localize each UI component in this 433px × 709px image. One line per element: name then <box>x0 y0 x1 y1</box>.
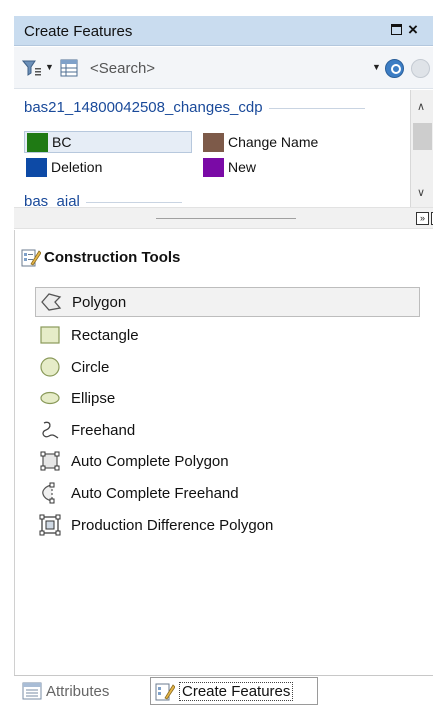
window-titlebar: Create Features × <box>14 16 433 46</box>
template-deletion[interactable]: Deletion <box>24 156 192 178</box>
manage-templates-icon[interactable] <box>60 59 78 77</box>
scroll-down-icon[interactable]: ∨ <box>417 186 425 199</box>
template-change-name[interactable]: Change Name <box>201 131 401 153</box>
tab-label: Create Features <box>179 681 294 701</box>
freehand-icon <box>42 421 59 439</box>
scroll-up-icon[interactable]: ∧ <box>417 100 425 113</box>
search-button[interactable] <box>385 59 404 78</box>
feature-templates-list: bas21_14800042508_changes_cdp BC Change … <box>18 90 410 207</box>
clear-search-button[interactable] <box>411 59 430 78</box>
deletion-swatch <box>26 157 47 177</box>
organize-dropdown-arrow[interactable]: ▼ <box>45 62 54 72</box>
template-label: Deletion <box>51 159 103 175</box>
templates-scrollbar[interactable]: ∧ ∨ <box>410 90 433 207</box>
tool-label: Rectangle <box>71 326 139 344</box>
tool-label: Freehand <box>71 421 136 439</box>
scroll-thumb[interactable] <box>413 123 432 150</box>
tabs-divider <box>14 675 433 676</box>
template-bc[interactable]: BC <box>24 131 192 153</box>
auto-complete-polygon-icon <box>40 451 60 471</box>
search-dropdown-arrow[interactable]: ▼ <box>372 62 381 72</box>
circle-icon <box>40 357 60 377</box>
tab-create-features[interactable]: Create Features <box>150 677 318 705</box>
tool-ellipse[interactable]: Ellipse <box>35 383 420 413</box>
expand-icon[interactable]: » <box>416 212 429 225</box>
tool-freehand[interactable]: Freehand <box>35 415 420 445</box>
polygon-icon <box>41 293 62 311</box>
tab-attributes[interactable]: Attributes <box>18 677 149 705</box>
template-label: BC <box>52 134 72 150</box>
tool-polygon[interactable]: Polygon <box>35 287 420 317</box>
tool-label: Production Difference Polygon <box>71 516 274 534</box>
tool-label: Auto Complete Polygon <box>71 452 229 470</box>
tool-auto-complete-freehand[interactable]: Auto Complete Freehand <box>35 478 420 508</box>
new-swatch <box>203 157 224 177</box>
window-title: Create Features <box>24 23 133 40</box>
tool-production-difference-polygon[interactable]: Production Difference Polygon <box>35 510 420 540</box>
rectangle-icon <box>40 326 60 344</box>
template-label: New <box>228 159 257 175</box>
close-button[interactable]: × <box>408 20 418 40</box>
organize-templates-icon[interactable] <box>22 59 42 77</box>
restore-button[interactable] <box>391 24 402 35</box>
search-input[interactable] <box>86 56 386 80</box>
production-difference-polygon-icon <box>39 514 61 536</box>
tool-label: Circle <box>71 358 110 376</box>
create-features-icon <box>155 683 175 701</box>
splitter-grip[interactable] <box>156 218 296 219</box>
template-label: Change Name <box>228 134 319 150</box>
construction-tools-panel: Construction Tools Polygon Rectangle Cir… <box>14 230 433 675</box>
tool-label: Auto Complete Freehand <box>71 484 239 502</box>
template-group-header: bas_aial <box>24 193 182 207</box>
tab-label: Attributes <box>46 682 110 700</box>
window-tabbar: Attributes Create Features <box>14 675 433 709</box>
change-name-swatch <box>203 132 224 152</box>
attributes-icon <box>22 682 42 700</box>
construction-tools-title: Construction Tools <box>44 248 181 266</box>
auto-complete-freehand-icon <box>42 482 55 504</box>
tool-auto-complete-polygon[interactable]: Auto Complete Polygon <box>35 446 420 476</box>
construction-tools-icon <box>21 249 41 267</box>
tool-circle[interactable]: Circle <box>35 352 420 382</box>
template-new[interactable]: New <box>201 156 401 178</box>
ellipse-icon <box>40 391 60 405</box>
bc-swatch <box>27 132 48 152</box>
tool-label: Polygon <box>72 293 127 311</box>
tool-label: Ellipse <box>71 389 116 407</box>
tool-rectangle[interactable]: Rectangle <box>35 320 420 350</box>
panel-splitter[interactable]: » <box>14 207 433 229</box>
construction-tools-header: Construction Tools <box>21 246 180 268</box>
template-toolbar: ▼ ▼ <box>14 47 433 89</box>
template-group-header: bas21_14800042508_changes_cdp <box>24 99 365 116</box>
